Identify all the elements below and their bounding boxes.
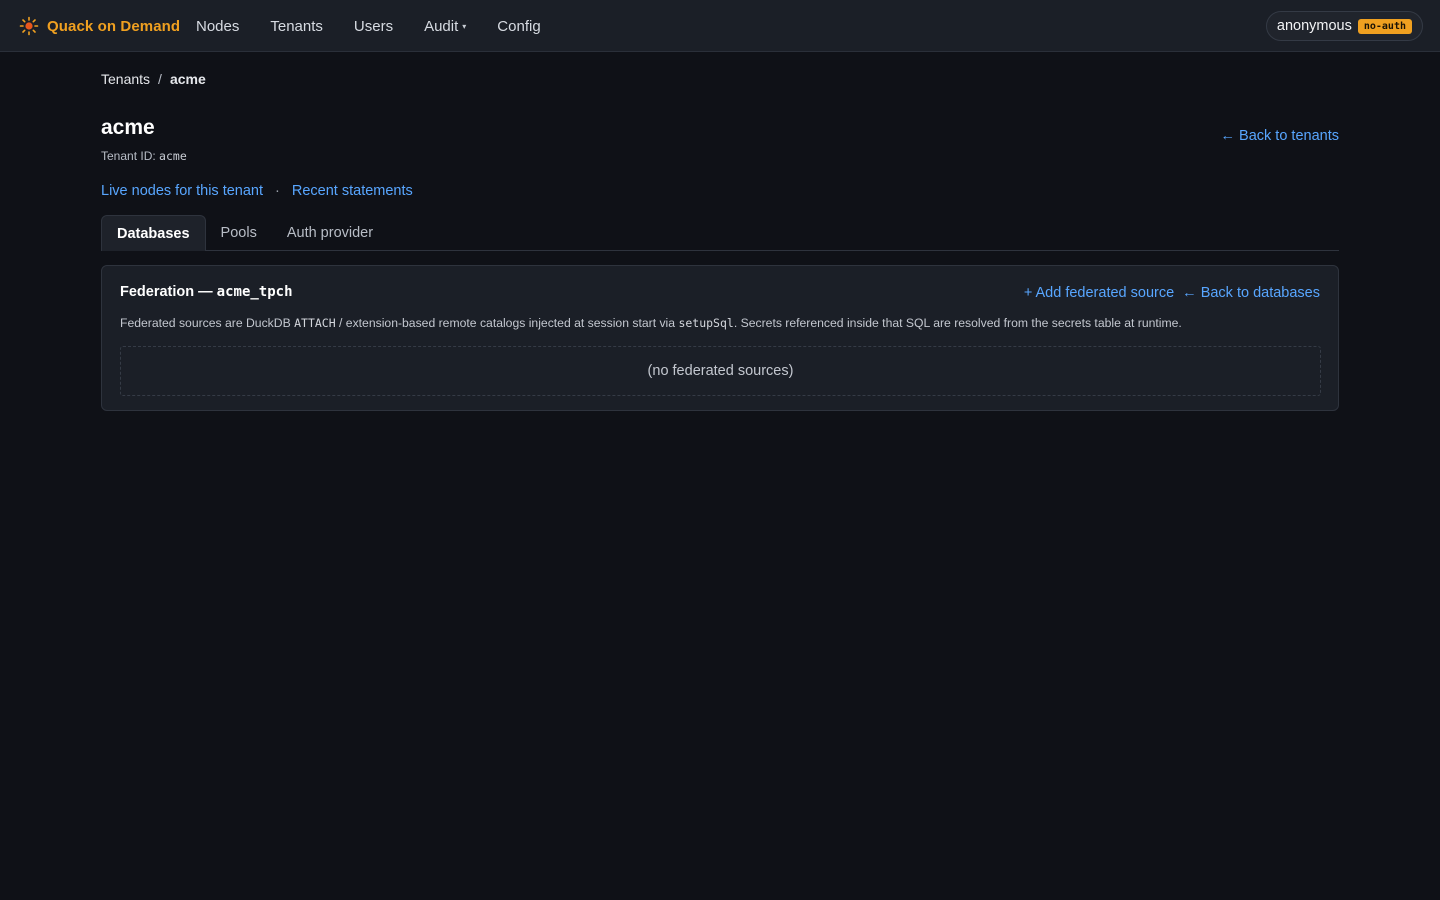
nav-config[interactable]: Config [497, 17, 540, 35]
auth-mode-badge: no-auth [1357, 18, 1412, 34]
breadcrumb-tenants-link[interactable]: Tenants [101, 71, 150, 87]
federation-description: Federated sources are DuckDB ATTACH / ex… [120, 316, 1182, 330]
page-title: acme [101, 116, 155, 139]
tenant-id-label: Tenant ID: [101, 149, 156, 163]
sun-icon [19, 16, 39, 36]
brand[interactable]: Quack on Demand [19, 16, 180, 36]
nav-audit-label: Audit [424, 17, 459, 35]
desc-code-attach: ATTACH [294, 316, 336, 330]
chevron-down-icon: ▾ [462, 21, 467, 31]
tenant-id: Tenant ID: acme [101, 149, 187, 163]
federation-actions: + Add federated source ← Back to databas… [1024, 285, 1320, 301]
link-separator: · [275, 183, 280, 199]
top-navbar: Quack on Demand Nodes Tenants Users Audi… [0, 0, 1440, 52]
breadcrumb-current: acme [169, 71, 206, 87]
quick-links: Live nodes for this tenant · Recent stat… [101, 183, 413, 199]
nav-nodes[interactable]: Nodes [196, 17, 239, 35]
nav-tenants-label: Tenants [270, 17, 323, 35]
main-nav: Nodes Tenants Users Audit ▾ Config [196, 17, 572, 35]
federation-database-name: acme_tpch [216, 284, 293, 300]
breadcrumb-separator: / [158, 71, 162, 87]
tenant-tabs: Databases Pools Auth provider [101, 215, 1339, 251]
back-to-tenants-link[interactable]: ← Back to tenants [1221, 128, 1339, 144]
tenant-id-value: acme [159, 149, 187, 163]
tab-pools[interactable]: Pools [206, 215, 272, 251]
user-name: anonymous [1276, 18, 1352, 34]
nav-audit-dropdown[interactable]: Audit ▾ [424, 17, 466, 35]
back-to-databases-link[interactable]: ← Back to databases [1182, 285, 1320, 301]
nav-tenants[interactable]: Tenants [270, 17, 323, 35]
user-menu[interactable]: anonymous no-auth [1265, 11, 1423, 41]
desc-part-3: . Secrets referenced inside that SQL are… [733, 316, 1182, 330]
brand-name: Quack on Demand [47, 17, 181, 35]
nav-users-label: Users [353, 17, 394, 35]
federated-sources-empty-state: (no federated sources) [120, 346, 1321, 396]
add-federated-source-button[interactable]: + Add federated source [1024, 285, 1174, 301]
desc-part-2: / extension-based remote catalogs inject… [339, 316, 676, 330]
tab-databases[interactable]: Databases [101, 215, 206, 251]
live-nodes-link[interactable]: Live nodes for this tenant [101, 183, 263, 199]
federation-card: Federation — acme_tpch + Add federated s… [101, 265, 1339, 411]
nav-nodes-label: Nodes [196, 17, 240, 35]
desc-code-setupsql: setupSql [678, 316, 734, 330]
federation-title-prefix: Federation — [120, 284, 213, 300]
recent-statements-link[interactable]: Recent statements [292, 183, 413, 199]
breadcrumb: Tenants / acme [101, 71, 206, 87]
nav-users[interactable]: Users [354, 17, 393, 35]
desc-part-1: Federated sources are DuckDB [120, 316, 291, 330]
tab-auth-provider[interactable]: Auth provider [272, 215, 388, 251]
federation-title: Federation — acme_tpch [120, 284, 293, 300]
nav-config-label: Config [497, 17, 541, 35]
